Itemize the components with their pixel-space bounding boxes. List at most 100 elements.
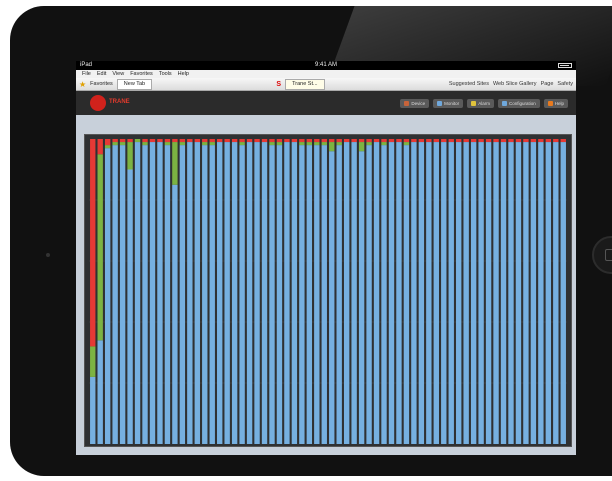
bar-segment[interactable] <box>478 139 484 143</box>
bar-segment[interactable] <box>366 139 372 143</box>
bar-segment[interactable] <box>209 142 215 146</box>
bar-segment[interactable] <box>433 142 439 445</box>
bar-segment[interactable] <box>441 139 447 143</box>
bar-segment[interactable] <box>433 139 439 143</box>
bar-segment[interactable] <box>112 145 118 444</box>
bar-segment[interactable] <box>112 142 118 146</box>
bar-segment[interactable] <box>276 142 283 146</box>
bar-segment[interactable] <box>306 142 313 146</box>
bar-segment[interactable] <box>553 142 559 445</box>
bar-segment[interactable] <box>134 139 141 143</box>
page-menu[interactable]: Page <box>541 81 554 87</box>
bar-segment[interactable] <box>224 142 230 445</box>
bar-segment[interactable] <box>164 142 171 146</box>
bar-segment[interactable] <box>321 139 327 143</box>
bar-segment[interactable] <box>194 142 200 445</box>
bar-segment[interactable] <box>239 139 245 143</box>
bar-segment[interactable] <box>172 139 178 143</box>
bar-segment[interactable] <box>366 145 372 444</box>
bar-segment[interactable] <box>90 346 96 377</box>
bar-segment[interactable] <box>261 142 268 445</box>
bar-segment[interactable] <box>456 142 462 445</box>
bar-segment[interactable] <box>142 142 148 146</box>
bar-segment[interactable] <box>515 142 522 445</box>
bar-segment[interactable] <box>254 139 260 143</box>
bar-segment[interactable] <box>373 139 380 143</box>
bar-segment[interactable] <box>90 376 96 444</box>
bar-segment[interactable] <box>538 139 544 143</box>
bar-segment[interactable] <box>493 142 499 445</box>
bar-segment[interactable] <box>336 142 342 146</box>
bar-segment[interactable] <box>314 142 320 146</box>
bar-segment[interactable] <box>381 142 387 146</box>
bar-segment[interactable] <box>276 145 283 444</box>
bar-segment[interactable] <box>142 139 148 143</box>
bar-segment[interactable] <box>396 142 402 445</box>
bar-segment[interactable] <box>217 142 223 445</box>
bar-segment[interactable] <box>306 145 313 444</box>
bar-segment[interactable] <box>530 142 537 445</box>
bar-segment[interactable] <box>239 145 245 444</box>
bar-segment[interactable] <box>164 139 171 143</box>
bar-segment[interactable] <box>470 139 477 143</box>
bar-segment[interactable] <box>90 139 96 347</box>
bar-segment[interactable] <box>172 142 178 185</box>
bar-segment[interactable] <box>336 145 342 444</box>
bar-segment[interactable] <box>366 142 372 146</box>
bar-segment[interactable] <box>329 142 335 152</box>
bar-segment[interactable] <box>336 139 342 143</box>
bar-segment[interactable] <box>269 139 275 143</box>
bar-segment[interactable] <box>299 145 305 444</box>
alarm-button[interactable]: Alarm <box>467 99 494 108</box>
bar-segment[interactable] <box>284 139 290 143</box>
bar-segment[interactable] <box>343 142 350 445</box>
bar-segment[interactable] <box>329 139 335 143</box>
bar-segment[interactable] <box>164 145 171 444</box>
bar-segment[interactable] <box>127 139 133 143</box>
bar-segment[interactable] <box>104 139 111 146</box>
bar-segment[interactable] <box>157 142 163 445</box>
menu-view[interactable]: View <box>112 70 124 78</box>
bar-segment[interactable] <box>403 145 410 444</box>
bar-segment[interactable] <box>463 142 469 445</box>
bar-segment[interactable] <box>463 139 469 143</box>
bar-segment[interactable] <box>500 142 507 445</box>
bar-segment[interactable] <box>321 142 327 146</box>
menu-favorites[interactable]: Favorites <box>130 70 153 78</box>
bar-segment[interactable] <box>209 145 215 444</box>
bar-segment[interactable] <box>179 142 186 146</box>
bar-segment[interactable] <box>411 139 417 143</box>
safety-menu[interactable]: Safety <box>557 81 573 87</box>
bar-segment[interactable] <box>545 139 552 143</box>
bar-segment[interactable] <box>97 340 103 444</box>
bar-segment[interactable] <box>231 142 238 445</box>
bar-segment[interactable] <box>351 139 357 143</box>
bar-segment[interactable] <box>448 142 454 445</box>
bar-segment[interactable] <box>426 139 432 143</box>
bar-segment[interactable] <box>119 142 126 146</box>
bar-segment[interactable] <box>97 139 103 155</box>
bar-segment[interactable] <box>299 142 305 146</box>
bar-segment[interactable] <box>396 139 402 143</box>
menu-file[interactable]: File <box>82 70 91 78</box>
bar-segment[interactable] <box>560 139 566 143</box>
bar-segment[interactable] <box>478 142 484 445</box>
bar-segment[interactable] <box>530 139 537 143</box>
bar-segment[interactable] <box>172 184 178 444</box>
bar-segment[interactable] <box>284 142 290 445</box>
bar-segment[interactable] <box>179 145 186 444</box>
bar-segment[interactable] <box>202 142 208 146</box>
bar-segment[interactable] <box>470 142 477 445</box>
bar-segment[interactable] <box>388 139 395 143</box>
bar-segment[interactable] <box>306 139 313 143</box>
bar-segment[interactable] <box>523 139 529 143</box>
home-button[interactable] <box>592 236 612 274</box>
bar-segment[interactable] <box>119 139 126 143</box>
bar-segment[interactable] <box>553 139 559 143</box>
bar-segment[interactable] <box>411 142 417 445</box>
bar-segment[interactable] <box>157 139 163 143</box>
bar-segment[interactable] <box>97 154 103 341</box>
bar-segment[interactable] <box>373 142 380 445</box>
bar-segment[interactable] <box>231 139 238 143</box>
bar-segment[interactable] <box>418 142 425 445</box>
